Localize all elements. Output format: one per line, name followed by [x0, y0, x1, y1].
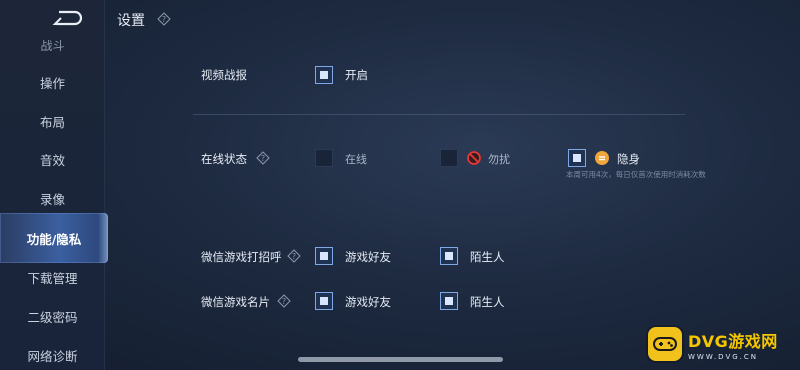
- sidebar-item-downloads[interactable]: 下载管理: [0, 262, 105, 292]
- status-dnd-label: 勿扰: [488, 153, 510, 166]
- checkmark: [320, 71, 328, 79]
- wechat-card-friends-checkbox[interactable]: [315, 292, 333, 310]
- sidebar-item-label: 功能/隐私: [26, 231, 82, 247]
- checkmark: [445, 252, 453, 260]
- sidebar-item-layout[interactable]: 布局: [0, 106, 105, 136]
- svg-text:?: ?: [261, 154, 265, 163]
- sidebar-item-controls[interactable]: 操作: [0, 67, 105, 97]
- wechat-greet-help-icon[interactable]: ?: [287, 249, 301, 263]
- page-title: 设置: [117, 13, 145, 29]
- status-online-label: 在线: [345, 153, 367, 166]
- sidebar-item-secondary-password[interactable]: 二级密码: [0, 301, 105, 331]
- svg-text:?: ?: [162, 15, 166, 24]
- online-status-help-icon[interactable]: ?: [256, 151, 270, 165]
- no-entry-icon: [467, 151, 481, 165]
- wechat-card-strangers-checkbox[interactable]: [440, 292, 458, 310]
- watermark-url: WWW.DVG.CN: [688, 352, 759, 361]
- status-invisible-label: 隐身: [617, 152, 640, 166]
- wechat-card-friends-label: 游戏好友: [345, 295, 391, 309]
- sidebar: 战斗 操作 布局 音效 录像 功能/隐私 下载管理 二级密码 网络诊断: [0, 0, 108, 370]
- sidebar-item-replay[interactable]: 录像: [0, 183, 105, 213]
- sidebar-item-battle[interactable]: 战斗: [0, 30, 105, 60]
- sidebar-item-label: 网络诊断: [27, 348, 78, 364]
- sidebar-item-label: 下载管理: [27, 270, 78, 286]
- sidebar-item-label: 战斗: [40, 38, 65, 53]
- video-report-option-label: 开启: [345, 68, 368, 82]
- wechat-greet-friends-checkbox[interactable]: [315, 247, 333, 265]
- status-dnd-checkbox[interactable]: [440, 149, 458, 167]
- status-invisible-checkbox[interactable]: [568, 149, 586, 167]
- sidebar-item-network-diagnosis[interactable]: 网络诊断: [0, 340, 105, 370]
- home-indicator-bar[interactable]: [298, 357, 503, 362]
- help-icon[interactable]: ?: [157, 12, 171, 26]
- sidebar-item-label: 布局: [39, 114, 65, 130]
- section-divider: [193, 114, 685, 115]
- svg-text:?: ?: [292, 252, 296, 261]
- sidebar-item-label: 二级密码: [27, 309, 78, 325]
- wechat-greet-strangers-checkbox[interactable]: [440, 247, 458, 265]
- video-report-label: 视频战报: [201, 68, 247, 82]
- wechat-greet-strangers-label: 陌生人: [470, 250, 505, 264]
- invisible-face-icon: [595, 151, 609, 165]
- checkmark: [573, 154, 581, 162]
- sidebar-item-label: 音效: [39, 152, 65, 168]
- back-button[interactable]: [46, 8, 86, 28]
- back-arrow-icon: [52, 10, 83, 26]
- wechat-card-strangers-label: 陌生人: [470, 295, 505, 309]
- active-tab-glow: [98, 213, 108, 263]
- wechat-card-label: 微信游戏名片: [201, 295, 270, 309]
- svg-text:?: ?: [282, 297, 286, 306]
- status-online-checkbox[interactable]: [315, 149, 333, 167]
- sidebar-item-sound[interactable]: 音效: [0, 144, 105, 174]
- invisible-usage-hint: 本周可用4次，每日仅首次使用时消耗次数: [566, 170, 706, 179]
- wechat-greet-friends-label: 游戏好友: [345, 250, 391, 264]
- wechat-greet-label: 微信游戏打招呼: [201, 250, 282, 264]
- checkmark: [320, 252, 328, 260]
- checkmark: [320, 297, 328, 305]
- online-status-label: 在线状态: [201, 152, 247, 166]
- checkmark: [445, 297, 453, 305]
- watermark-title: DVG游戏网: [688, 331, 778, 351]
- sidebar-item-features-privacy[interactable]: 功能/隐私: [0, 213, 108, 263]
- sidebar-item-label: 操作: [39, 75, 65, 91]
- gamepad-icon: [648, 327, 682, 361]
- watermark: DVG游戏网 WWW.DVG.CN: [648, 322, 796, 366]
- video-report-checkbox[interactable]: [315, 66, 333, 84]
- sidebar-item-label: 录像: [39, 191, 65, 207]
- wechat-card-help-icon[interactable]: ?: [277, 294, 291, 308]
